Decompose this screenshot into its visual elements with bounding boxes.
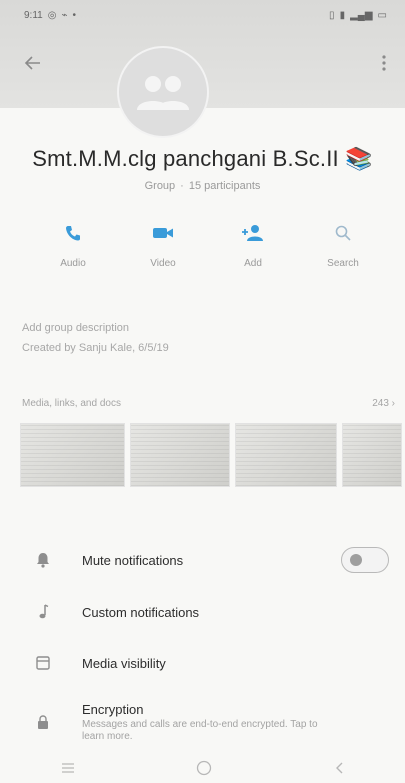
vibrate-icon: ▯ [329, 9, 335, 21]
encryption-label: Encryption [82, 701, 144, 717]
more-vertical-icon [382, 55, 386, 71]
home-circle-icon[interactable] [196, 760, 212, 776]
back-chevron-icon[interactable] [334, 761, 344, 775]
media-thumbnail[interactable] [130, 423, 230, 487]
media-thumbnail[interactable] [20, 423, 125, 487]
back-button[interactable] [18, 48, 48, 78]
wifi-icon: • [72, 9, 77, 21]
audio-call-button[interactable]: Audio [38, 222, 108, 282]
lock-icon [38, 714, 48, 729]
action-row: Audio Video Add Search [38, 222, 378, 282]
setting-custom-notifications[interactable]: Custom notifications [0, 592, 405, 632]
battery-icon: ▭ [377, 9, 387, 21]
search-icon [335, 225, 351, 241]
video-label: Video [150, 258, 176, 269]
add-person-icon [242, 225, 263, 241]
media-thumbnails [20, 423, 405, 487]
media-visibility-label: Media visibility [82, 655, 166, 671]
add-label: Add [244, 258, 262, 269]
status-bar: 9:11 ◎ ⌁ • ▯ ▮ ▂▄▆ ▭ [24, 6, 387, 24]
setting-mute-notifications[interactable]: Mute notifications [0, 540, 405, 580]
add-participant-button[interactable]: Add [218, 222, 288, 282]
phone-icon [66, 226, 80, 241]
bell-icon [37, 553, 49, 568]
arrow-left-icon [24, 56, 40, 70]
media-header[interactable]: Media, links, and docs 243 › [22, 398, 395, 409]
signal-bars-icon: ▂▄▆ [350, 9, 373, 21]
more-options-button[interactable] [371, 48, 397, 78]
group-info-screen: 9:11 ◎ ⌁ • ▯ ▮ ▂▄▆ ▭ Smt.M.M.clg panchga… [0, 0, 405, 783]
audio-label: Audio [60, 258, 86, 269]
group-type: Group [144, 180, 176, 192]
media-count: 243 › [372, 398, 395, 409]
mute-toggle[interactable] [341, 547, 389, 573]
media-label: Media, links, and docs [22, 398, 121, 409]
group-subtitle: Group · 15 participants [144, 180, 261, 192]
encryption-description: Messages and calls are end-to-end encryp… [82, 718, 318, 742]
created-by-text: Created by Sanju Kale, 6/5/19 [22, 342, 169, 354]
video-call-button[interactable]: Video [128, 222, 198, 282]
description-block: Add group description Created by Sanju K… [22, 322, 169, 362]
custom-notifications-label: Custom notifications [82, 604, 200, 620]
status-time: 9:11 [24, 9, 43, 21]
video-icon [153, 228, 173, 238]
group-name[interactable]: Smt.M.M.clg panchgani B.Sc.II 📚 [0, 146, 405, 172]
recents-icon[interactable] [61, 762, 75, 774]
image-icon [36, 656, 50, 670]
signal-icon: ⌁ [61, 9, 68, 21]
whatsapp-icon: ◎ [47, 9, 57, 21]
search-button[interactable]: Search [308, 222, 378, 282]
add-description-link[interactable]: Add group description [22, 322, 169, 334]
media-thumbnail[interactable] [235, 423, 337, 487]
volte-icon: ▮ [339, 9, 346, 21]
status-left: 9:11 ◎ ⌁ • [24, 10, 76, 21]
setting-encryption[interactable]: Encryption Messages and calls are end-to… [0, 700, 405, 744]
search-label: Search [327, 258, 359, 269]
status-right: ▯ ▮ ▂▄▆ ▭ [329, 10, 387, 21]
participant-count: 15 participants [188, 180, 261, 192]
group-avatar-icon [137, 76, 189, 110]
toggle-knob [350, 554, 362, 566]
group-avatar[interactable] [117, 46, 209, 138]
setting-media-visibility[interactable]: Media visibility [0, 643, 405, 683]
media-thumbnail[interactable] [342, 423, 402, 487]
system-nav-bar [0, 753, 405, 783]
music-note-icon [39, 604, 49, 619]
mute-label: Mute notifications [82, 552, 184, 568]
